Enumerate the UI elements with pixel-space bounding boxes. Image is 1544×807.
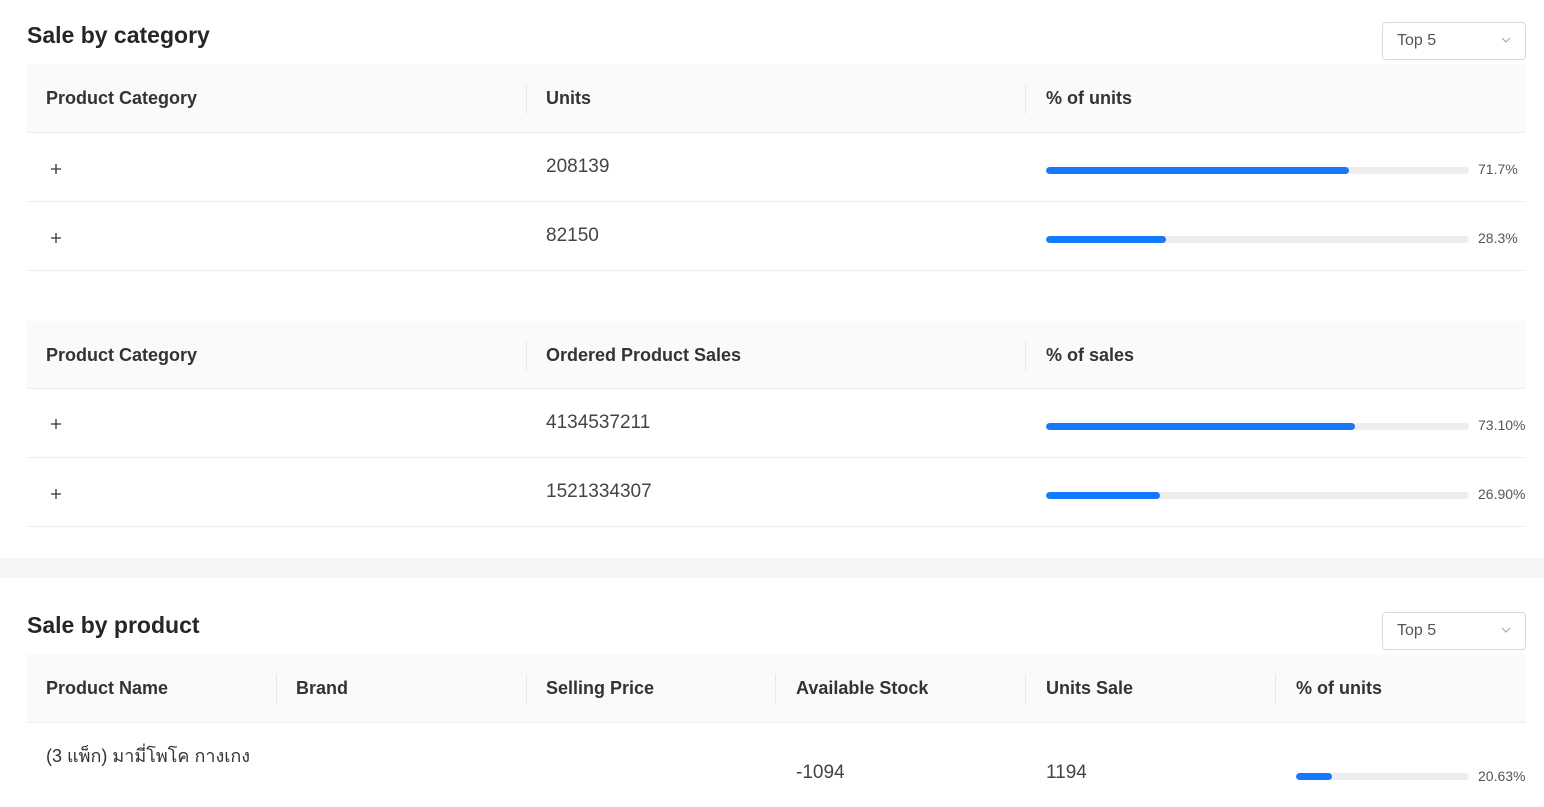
chevron-down-icon <box>1501 37 1511 43</box>
percent-bar <box>1046 167 1469 174</box>
percent-bar-fill <box>1296 773 1332 780</box>
header-available-stock[interactable]: Available Stock <box>777 654 928 722</box>
section-title: Sale by category <box>27 22 210 48</box>
percent-label: 26.90% <box>1478 486 1526 502</box>
expand-button[interactable] <box>48 161 64 177</box>
table-row: 4134537211 73.10% <box>27 389 1526 458</box>
header-selling-price[interactable]: Selling Price <box>527 654 654 722</box>
select-value: Top 5 <box>1397 32 1437 49</box>
percent-bar-fill <box>1046 423 1356 430</box>
column-divider <box>1025 674 1026 704</box>
column-divider <box>1025 341 1026 371</box>
section-title: Sale by product <box>27 612 200 638</box>
header-units-sale[interactable]: Units Sale <box>1027 654 1133 722</box>
column-divider <box>1275 674 1276 704</box>
percent-label: 28.3% <box>1478 230 1518 246</box>
units-sale-value: 1194 <box>1046 762 1087 783</box>
expand-button[interactable] <box>48 486 64 502</box>
sales-value: 1521334307 <box>546 481 652 502</box>
top-n-select[interactable]: Top 5 <box>1382 612 1526 650</box>
plus-icon <box>51 489 61 499</box>
header-product-category[interactable]: Product Category <box>27 64 197 132</box>
units-table: Product Category Units % of units 208139… <box>27 64 1526 271</box>
plus-icon <box>51 164 61 174</box>
percent-bar <box>1046 423 1469 430</box>
chevron-down-icon <box>1501 627 1511 633</box>
percent-label: 73.10% <box>1478 417 1526 433</box>
header-product-name[interactable]: Product Name <box>27 654 168 722</box>
percent-bar <box>1046 492 1469 499</box>
header-product-category[interactable]: Product Category <box>27 321 197 389</box>
select-value: Top 5 <box>1397 622 1437 639</box>
units-value: 208139 <box>546 156 610 177</box>
header-ordered-product-sales[interactable]: Ordered Product Sales <box>527 321 741 389</box>
sale-by-category-section: Sale by category Top 5 Product Category … <box>0 0 1544 558</box>
percent-bar <box>1296 773 1469 780</box>
table-row: 1521334307 26.90% <box>27 458 1526 527</box>
header-percent-units[interactable]: % of units <box>1277 654 1382 722</box>
header-units[interactable]: Units <box>527 64 591 132</box>
table-header: Product Category Units % of units <box>27 64 1526 133</box>
product-table: Product Name Brand Selling Price Availab… <box>27 654 1526 793</box>
sale-by-product-section: Sale by product Top 5 Product Name Brand… <box>0 578 1544 784</box>
available-stock-value: -1094 <box>796 762 845 783</box>
product-name[interactable]: (3 แพ็ก) มามี่โพโค กางเกง <box>46 741 286 771</box>
top-n-select[interactable]: Top 5 <box>1382 22 1526 60</box>
percent-label: 20.63% <box>1478 768 1526 784</box>
expand-button[interactable] <box>48 230 64 246</box>
column-divider <box>775 674 776 704</box>
percent-bar-fill <box>1046 492 1160 499</box>
header-percent-sales[interactable]: % of sales <box>1027 321 1134 389</box>
table-row: 208139 71.7% <box>27 133 1526 202</box>
column-divider <box>1025 84 1026 114</box>
percent-bar-fill <box>1046 167 1350 174</box>
header-percent-units[interactable]: % of units <box>1027 64 1132 132</box>
table-row: 82150 28.3% <box>27 202 1526 271</box>
table-header: Product Name Brand Selling Price Availab… <box>27 654 1526 723</box>
units-value: 82150 <box>546 225 599 246</box>
plus-icon <box>51 233 61 243</box>
percent-bar-fill <box>1046 236 1166 243</box>
header-brand[interactable]: Brand <box>277 654 348 722</box>
sales-value: 4134537211 <box>546 412 651 433</box>
percent-bar <box>1046 236 1469 243</box>
table-header: Product Category Ordered Product Sales %… <box>27 321 1526 389</box>
plus-icon <box>51 419 61 429</box>
percent-label: 71.7% <box>1478 161 1518 177</box>
section-gap <box>0 558 1544 578</box>
sales-table: Product Category Ordered Product Sales %… <box>27 321 1526 527</box>
expand-button[interactable] <box>48 416 64 432</box>
